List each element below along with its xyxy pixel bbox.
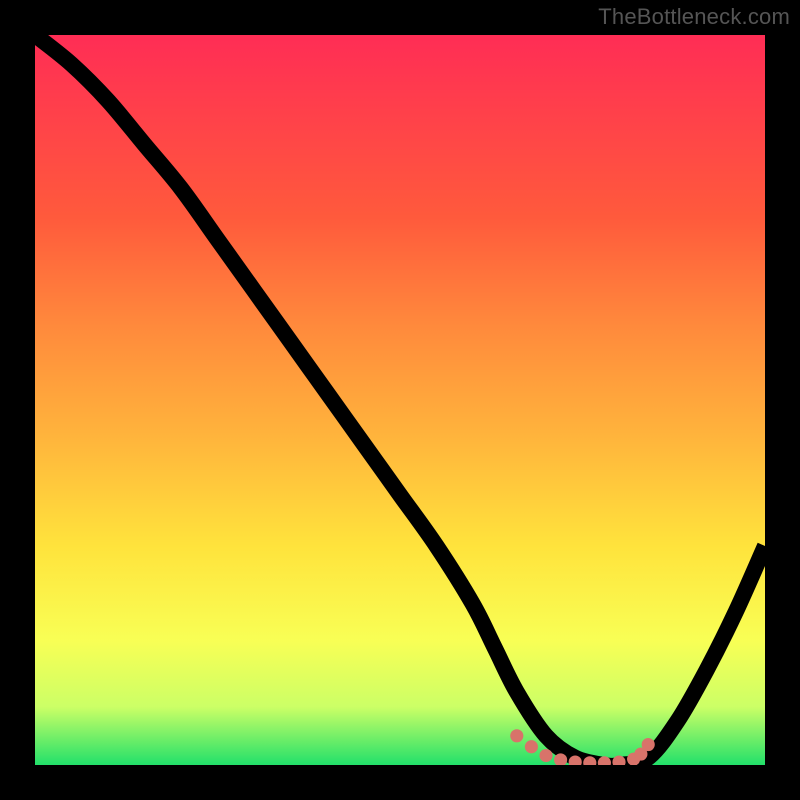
valley-marker-dot <box>539 749 552 762</box>
watermark-label: TheBottleneck.com <box>598 4 790 30</box>
curve-layer <box>35 35 765 765</box>
chart-frame: TheBottleneck.com <box>0 0 800 800</box>
valley-marker-dot <box>525 740 538 753</box>
plot-area <box>35 35 765 765</box>
bottleneck-curve <box>35 35 765 765</box>
valley-marker-dot <box>510 729 523 742</box>
valley-marker-dot <box>642 738 655 751</box>
